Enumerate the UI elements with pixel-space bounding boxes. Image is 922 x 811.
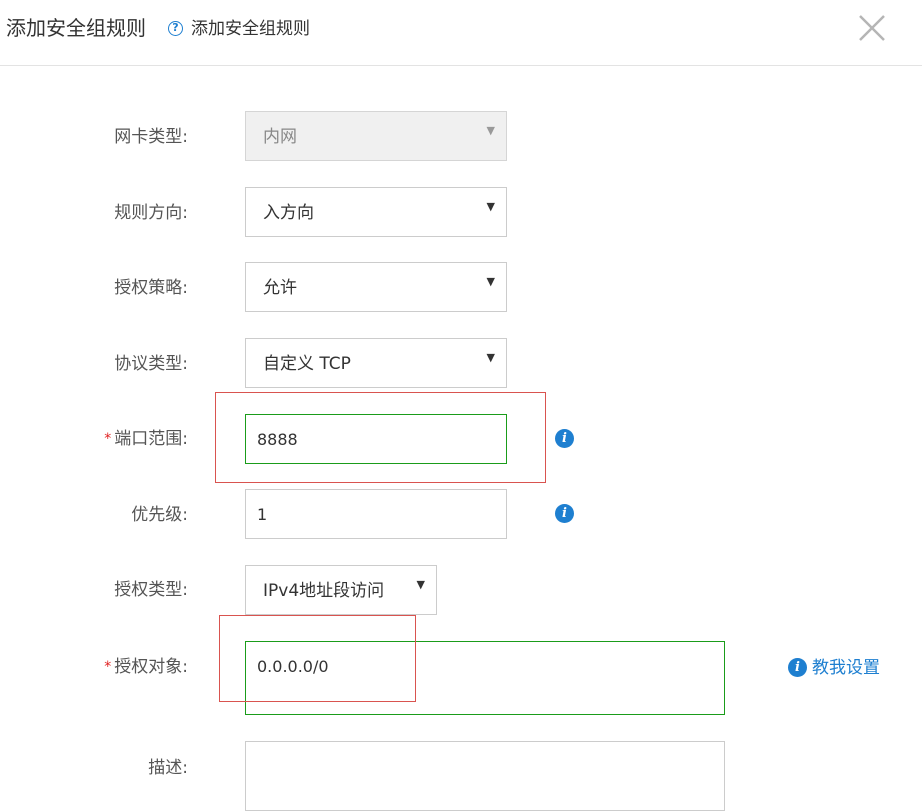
auth-object-value: 0.0.0.0/0	[257, 657, 329, 676]
priority-input[interactable]: 1	[245, 489, 507, 539]
policy-select[interactable]: 允许 ▼	[245, 262, 507, 312]
required-mark: *	[104, 659, 112, 675]
chevron-down-icon: ▼	[486, 200, 495, 213]
chevron-down-icon: ▼	[486, 351, 495, 364]
dialog-header: 添加安全组规则 ? 添加安全组规则	[0, 0, 922, 66]
close-button[interactable]	[856, 12, 888, 44]
protocol-label: 协议类型:	[114, 354, 188, 374]
auth-object-label-text: 授权对象:	[114, 657, 188, 677]
direction-value: 入方向	[263, 203, 314, 223]
priority-value: 1	[257, 505, 268, 524]
direction-select[interactable]: 入方向 ▼	[245, 187, 507, 237]
priority-label: 优先级:	[131, 505, 188, 525]
direction-label: 规则方向:	[114, 203, 188, 223]
protocol-value: 自定义 TCP	[263, 354, 351, 374]
nic-type-label: 网卡类型:	[114, 127, 188, 147]
chevron-down-icon: ▼	[486, 124, 495, 137]
dialog-subtitle-link[interactable]: 添加安全组规则	[191, 17, 310, 41]
teach-me-link-text: 教我设置	[812, 658, 880, 678]
info-icon: i	[788, 658, 807, 677]
info-icon[interactable]: i	[555, 504, 574, 523]
chevron-down-icon: ▼	[416, 578, 425, 591]
close-icon	[859, 15, 885, 41]
port-range-label-text: 端口范围:	[114, 429, 188, 449]
port-range-value: 8888	[257, 430, 298, 449]
required-mark: *	[104, 431, 112, 447]
chevron-down-icon: ▼	[486, 275, 495, 288]
nic-type-value: 内网	[263, 127, 297, 147]
auth-object-label: * 授权对象:	[60, 655, 188, 680]
auth-type-label: 授权类型:	[114, 580, 188, 600]
dialog-title: 添加安全组规则	[6, 16, 146, 40]
help-icon[interactable]: ?	[168, 21, 183, 36]
auth-object-textarea[interactable]: 0.0.0.0/0	[245, 641, 725, 715]
description-label: 描述:	[148, 758, 188, 778]
port-range-label: * 端口范围:	[60, 427, 188, 452]
port-range-input[interactable]: 8888	[245, 414, 507, 464]
auth-type-select[interactable]: IPv4地址段访问 ▼	[245, 565, 437, 615]
auth-type-value: IPv4地址段访问	[263, 581, 385, 601]
info-icon[interactable]: i	[555, 429, 574, 448]
policy-value: 允许	[263, 278, 297, 298]
policy-label: 授权策略:	[114, 278, 188, 298]
nic-type-select: 内网 ▼	[245, 111, 507, 161]
protocol-select[interactable]: 自定义 TCP ▼	[245, 338, 507, 388]
